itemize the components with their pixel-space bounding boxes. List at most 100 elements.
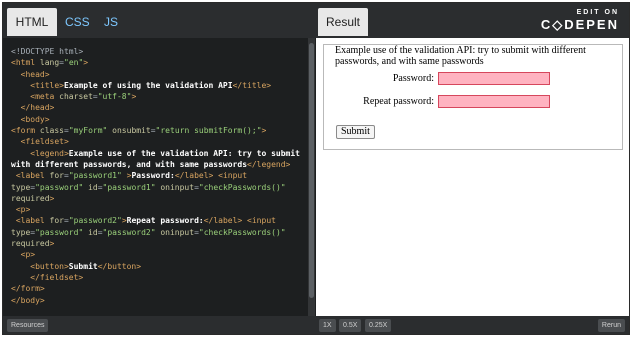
- tab-js[interactable]: JS: [104, 8, 118, 36]
- code-token: </button>: [97, 261, 142, 271]
- code-token: "en": [64, 58, 84, 68]
- code-token: "utf-8": [97, 92, 132, 102]
- code-token: <button>: [30, 261, 69, 271]
- code-token: "password": [35, 227, 84, 237]
- repeat-password-input[interactable]: [438, 95, 550, 108]
- code-token: <!DOCTYPE html>: [11, 47, 84, 56]
- password-input[interactable]: [438, 72, 550, 85]
- zoom-1x-button[interactable]: 1X: [319, 319, 336, 332]
- code-token: "password2": [102, 227, 156, 237]
- code-line: </head>: [11, 102, 308, 113]
- code-token: "checkPasswords()": [198, 182, 286, 192]
- code-token: <meta: [30, 92, 60, 102]
- code-token: <form: [11, 126, 40, 136]
- code-line: <legend>Example use of the validation AP…: [11, 148, 308, 159]
- code-token: "password1": [68, 171, 122, 181]
- code-token: <head>: [20, 69, 50, 79]
- code-line: <p>: [11, 249, 308, 260]
- code-token: type: [11, 227, 31, 237]
- edit-on-codepen-link[interactable]: EDIT ON C◇DEPEN: [541, 8, 619, 33]
- code-token: >: [261, 126, 267, 136]
- rerun-button[interactable]: Rerun: [597, 319, 625, 332]
- password-row: Password:: [324, 72, 624, 86]
- code-line: <fieldset>: [11, 136, 308, 147]
- bottom-bar: Resources 1X 0.5X 0.25X Rerun: [3, 316, 629, 334]
- code-token: <legend>: [30, 148, 69, 158]
- code-token: "myForm": [68, 126, 108, 136]
- code-token: class: [39, 126, 64, 136]
- code-token: charset: [59, 92, 93, 102]
- tab-html[interactable]: HTML: [7, 8, 57, 36]
- code-token: <body>: [20, 114, 50, 124]
- code-token: for: [49, 171, 64, 181]
- code-token: "password1": [102, 182, 156, 192]
- code-token: </title>: [232, 80, 272, 90]
- code-line: <title>Example of using the validation A…: [11, 80, 308, 91]
- code-token: </label> <input: [174, 171, 248, 181]
- code-token: </form>: [11, 284, 45, 294]
- repeat-password-label: Repeat password:: [363, 96, 434, 107]
- code-token: <fieldset>: [20, 137, 69, 147]
- password-label: Password:: [392, 73, 434, 84]
- code-token: <p>: [15, 205, 31, 215]
- code-token: <title>: [30, 80, 64, 90]
- code-token: >: [49, 193, 55, 203]
- code-line: <p>: [11, 204, 308, 215]
- code-token: >: [121, 171, 132, 181]
- code-token: onsubmit: [107, 126, 151, 136]
- html-code-editor[interactable]: <!DOCTYPE html> <html lang="en"> <head> <…: [3, 38, 308, 316]
- code-token: </body>: [11, 295, 45, 305]
- code-line: </fieldset>: [11, 272, 308, 283]
- codepen-logo: C◇DEPEN: [540, 17, 619, 32]
- code-token: <label: [15, 171, 50, 181]
- fieldset-legend: Example use of the validation API: try t…: [335, 45, 615, 67]
- code-line: required>: [11, 238, 308, 249]
- code-token: Repeat password:: [126, 216, 204, 226]
- code-token: Example of using the validation API: [63, 80, 233, 90]
- code-scrollbar-thumb[interactable]: [309, 43, 314, 298]
- code-line: <label for="password1" >Password:</label…: [11, 170, 308, 181]
- zoom-05x-button[interactable]: 0.5X: [339, 319, 362, 332]
- code-token: "return submitForm();": [155, 126, 262, 136]
- password-fieldset: Example use of the validation API: try t…: [323, 44, 623, 150]
- code-line: <button>Submit</button>: [11, 261, 308, 272]
- code-token: >: [49, 239, 55, 249]
- repeat-password-row: Repeat password:: [324, 95, 624, 109]
- code-line: <html lang="en">: [11, 57, 308, 68]
- resources-button[interactable]: Resources: [7, 319, 49, 332]
- submit-button[interactable]: Submit: [336, 125, 375, 139]
- code-token: </fieldset>: [30, 272, 84, 282]
- codepen-embed: HTML CSS JS Result EDIT ON C◇DEPEN <!DOC…: [2, 2, 630, 335]
- code-line: type="password" id="password1" oninput="…: [11, 182, 308, 193]
- code-token: "password": [35, 182, 84, 192]
- zoom-025x-button[interactable]: 0.25X: [365, 319, 392, 332]
- code-token: for: [49, 216, 64, 226]
- code-token: required: [11, 239, 50, 249]
- code-token: with different passwords, and with same …: [11, 159, 248, 169]
- code-token: </head>: [20, 103, 55, 113]
- tab-result[interactable]: Result: [318, 8, 368, 36]
- code-token: Example use of the validation API: try t…: [68, 148, 300, 158]
- code-token: "password2": [68, 216, 122, 226]
- code-token: type: [11, 182, 31, 192]
- code-token: </label> <input: [203, 216, 276, 226]
- code-line: with different passwords, and with same …: [11, 159, 308, 170]
- code-token: "checkPasswords()": [198, 227, 286, 237]
- code-token: required: [11, 193, 50, 203]
- code-line: <label for="password2">Repeat password:<…: [11, 215, 308, 226]
- code-token: >: [131, 92, 137, 102]
- code-token: Password:: [131, 171, 175, 181]
- edit-on-label: EDIT ON: [576, 9, 619, 16]
- code-token: <p>: [20, 250, 36, 260]
- code-token: <html: [11, 58, 40, 68]
- code-line: <meta charset="utf-8">: [11, 91, 308, 102]
- code-token: oninput: [155, 227, 195, 237]
- code-line: </form>: [11, 283, 308, 294]
- tab-css[interactable]: CSS: [65, 8, 90, 36]
